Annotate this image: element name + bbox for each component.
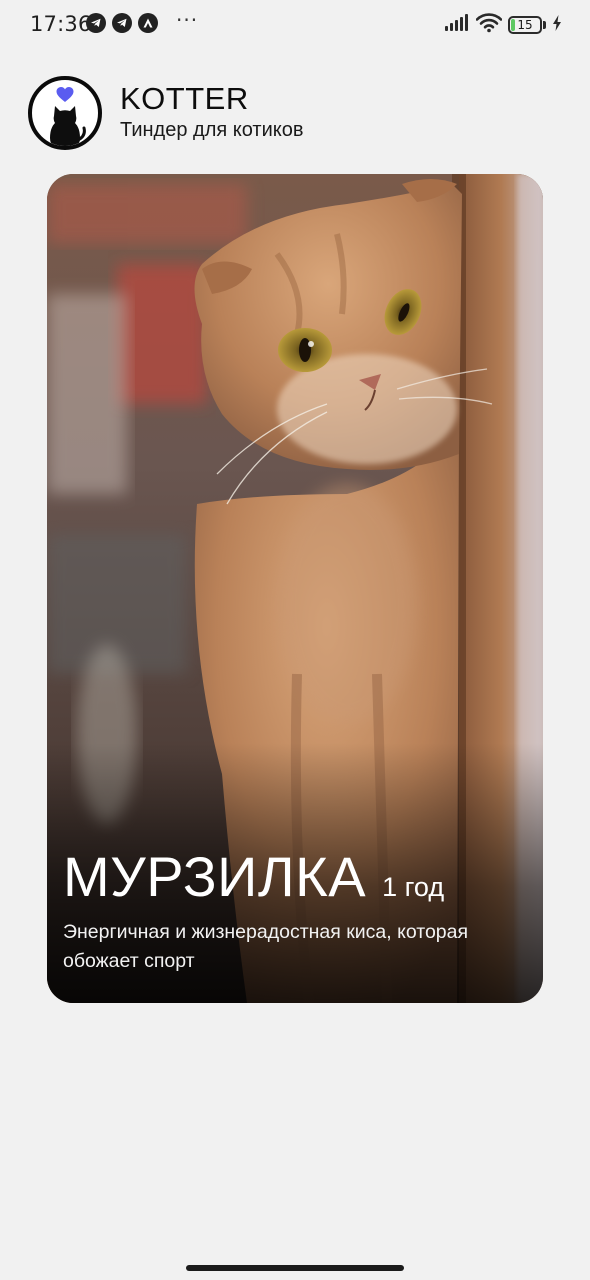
status-time: 17:36: [30, 12, 92, 36]
battery-tip: [543, 21, 546, 29]
battery-fill: [511, 19, 516, 31]
more-notifications-icon: ···: [176, 8, 199, 32]
app-header: KOTTER Тиндер для котиков: [28, 75, 303, 151]
battery-icon: 15: [508, 16, 542, 34]
wifi-icon: [475, 13, 503, 37]
app-screen: 17:36 ··· 15 KOTTER Тиндер для котиков М…: [0, 0, 590, 1280]
cat-card[interactable]: МУРЗИЛКА 1 год Энергичная и жизнерадостн…: [47, 174, 543, 1003]
app-subtitle: Тиндер для котиков: [120, 119, 304, 141]
battery-level: 15: [517, 18, 533, 32]
app-a-icon: [138, 13, 158, 33]
status-bar: 17:36 ··· 15: [0, 0, 590, 52]
telegram-icon: [112, 13, 132, 33]
charging-icon: [552, 15, 562, 35]
name-row: МУРЗИЛКА 1 год: [63, 840, 519, 914]
home-indicator[interactable]: [186, 1265, 404, 1271]
header-texts: KOTTER Тиндер для котиков: [120, 82, 303, 144]
signal-icon: [444, 14, 470, 36]
system-icons: 15: [444, 13, 562, 37]
cat-logo-icon: [50, 87, 86, 146]
cat-name: МУРЗИЛКА: [63, 845, 367, 908]
cat-description: Энергичная и жизнерадостная киса, котора…: [63, 921, 469, 972]
card-info: МУРЗИЛКА 1 год Энергичная и жизнерадостн…: [63, 840, 519, 976]
battery-indicator: 15: [508, 16, 546, 34]
notification-icons: ···: [86, 8, 199, 33]
app-title: KOTTER: [120, 81, 249, 116]
cat-heart-logo: [28, 76, 102, 150]
telegram-icon: [86, 13, 106, 33]
cat-age: 1 год: [382, 872, 445, 902]
